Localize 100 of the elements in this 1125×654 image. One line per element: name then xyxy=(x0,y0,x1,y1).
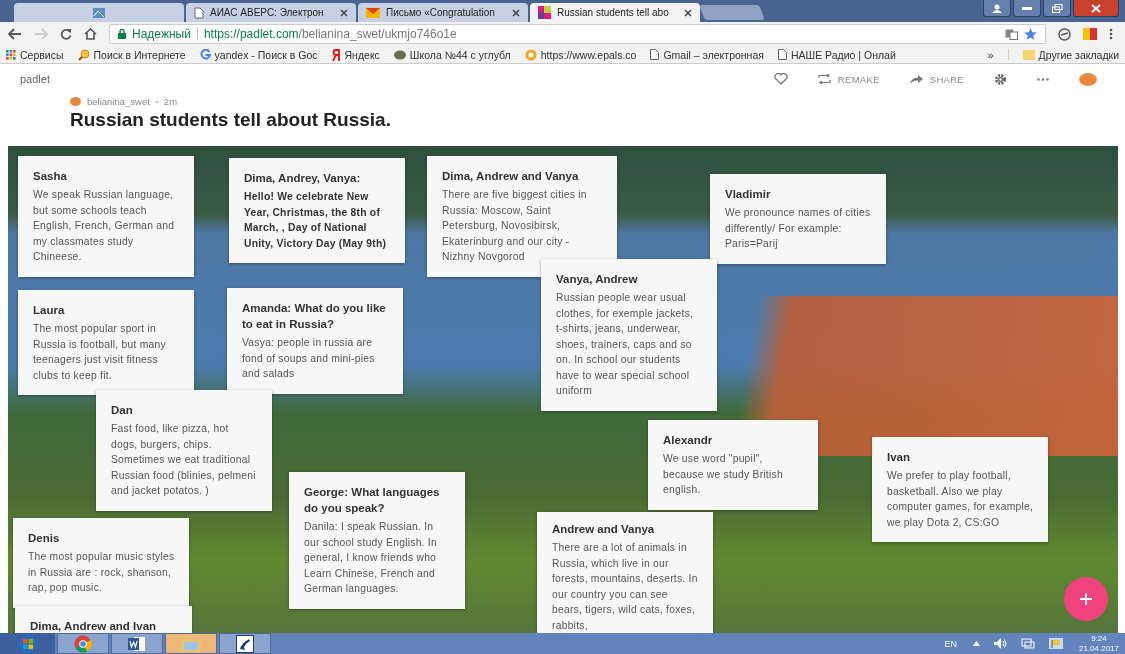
translate-icon[interactable] xyxy=(1005,28,1018,40)
minimize-button[interactable] xyxy=(1013,0,1041,17)
post-card[interactable]: George: What languages do you speak? Danila: I speak Russian. In our school study English. In general, I know friends who Learn Chinese, French and German languages. xyxy=(289,472,465,609)
post-author: Laura xyxy=(33,303,66,318)
post-author: Denis xyxy=(28,531,61,546)
post-body: Danila: I speak Russian. In our school study English. In general, I know friends who Learn Chinese, French and German languages. xyxy=(304,520,438,596)
post-card[interactable]: Denis The most popular music styles in Russia are : rock, shanson, rap, pop music. xyxy=(13,518,189,608)
bookmark-link[interactable]: yandex - Поиск в Goc xyxy=(199,48,318,61)
remake-button[interactable]: REMAKE xyxy=(817,73,880,85)
close-icon[interactable] xyxy=(340,8,348,17)
post-author: Dan xyxy=(111,403,134,418)
settings-icon[interactable] xyxy=(994,72,1007,86)
more-bookmarks-button[interactable]: » xyxy=(987,48,994,61)
avatar-icon[interactable] xyxy=(1079,72,1097,86)
padlet-favicon-icon xyxy=(538,6,551,19)
start-button[interactable] xyxy=(0,633,55,654)
bookmark-link[interactable]: Gmail – электронная xyxy=(650,48,764,61)
share-button[interactable]: SHARE xyxy=(909,73,964,85)
bookmark-link[interactable]: Яндекс xyxy=(331,48,380,61)
caret-up-icon[interactable] xyxy=(972,641,980,646)
network-icon[interactable] xyxy=(1020,638,1035,649)
phone-icon xyxy=(236,634,254,653)
post-body: We prefer to play football, basketball. Also we play computer games, for example, we play Dota 2, CS:GO xyxy=(887,469,1034,530)
browser-tab[interactable]: АИАС АВЕРС: Электрон xyxy=(186,3,356,22)
post-card[interactable]: Dima, Andrew and Ivan xyxy=(15,606,192,633)
tab-favicon-icon xyxy=(92,6,106,19)
avatar-icon xyxy=(70,97,81,106)
post-card[interactable]: Alexandr We use word "pupil", because we study British english. xyxy=(648,420,818,510)
home-icon[interactable] xyxy=(84,28,97,40)
author-name[interactable]: belianina_swet xyxy=(87,96,150,107)
restore-icon xyxy=(1051,3,1063,13)
folder-icon xyxy=(1022,49,1035,60)
more-icon[interactable] xyxy=(1037,77,1049,81)
post-body: We pronounce names of cities differently/ For example: Paris=Parij xyxy=(725,206,872,251)
close-icon[interactable] xyxy=(512,8,520,17)
post-body: There are a lot of animals in Russia, which live in our forests, mountains, deserts. In our country you can see bears, tigers, wild cats, foxes, rabbits, xyxy=(552,541,699,633)
padlet-title: Russian students tell about Russia. xyxy=(70,109,392,131)
post-author: Vladimir xyxy=(725,187,772,202)
user-button[interactable] xyxy=(983,0,1011,17)
user-icon xyxy=(992,3,1002,13)
windows-orb-icon xyxy=(17,633,38,654)
flag-icon[interactable] xyxy=(1048,638,1063,649)
post-body: Vasya: people in russia are fond of soups and mini-pies and salads xyxy=(242,336,376,381)
flag-icon[interactable] xyxy=(1083,28,1097,40)
address-field[interactable]: Надежный https://padlet.com/belianina_swet/ukmjo746o1e xyxy=(109,24,1046,44)
clock[interactable]: 9:24 21.04.2017 xyxy=(1078,633,1119,654)
bookmark-link[interactable]: https://www.epals.co xyxy=(524,48,637,61)
post-body: Fast food, like pizza, hot dogs, burgers, chips. Sometimes we eat traditional Russian food (blinies, pelmeni and jacket potatos. ) xyxy=(111,422,257,498)
post-card[interactable]: Amanda: What do you like to eat in Russia? Vasya: people in russia are fond of soups and mini-pies and salads xyxy=(227,288,403,394)
post-body: The most popular music styles in Russia are : rock, shanson, rap, pop music. xyxy=(28,550,175,595)
post-author: Dima, Andrew and Ivan xyxy=(30,619,158,633)
new-tab-button[interactable] xyxy=(699,5,765,20)
close-icon[interactable] xyxy=(684,8,692,17)
page-icon xyxy=(650,49,660,60)
bookmark-link[interactable]: НАШЕ Радио | Онлай xyxy=(777,48,896,61)
other-bookmarks-folder[interactable]: Другие закладки xyxy=(1022,48,1119,61)
browser-tab[interactable]: Russian students tell abo xyxy=(530,3,700,22)
post-author: Alexandr xyxy=(663,433,714,448)
restore-button[interactable] xyxy=(1043,0,1071,17)
clock-time: 9:24 xyxy=(1091,633,1107,644)
post-body: We speak Russian language, but some schools teach English, French, German and my classmates study Chineese. xyxy=(33,188,176,264)
post-card[interactable]: Dan Fast food, like pizza, hot dogs, burgers, chips. Sometimes we eat traditional Russian food (blinies, pelmeni and jacket potatos. ) xyxy=(96,390,272,511)
post-body: We use word "pupil", because we study British english. xyxy=(663,452,784,497)
taskbar-app[interactable] xyxy=(219,633,271,654)
bookmark-link[interactable]: Поиск в Интернете xyxy=(77,48,186,61)
post-card[interactable]: Vanya, Andrew Russian people wear usual clothes, for exemple jackets, t-shirts, jeans, underwear, shoes, trainers, caps and so on. In school our students have to wear special school uniform xyxy=(541,259,717,411)
secure-label: Надежный xyxy=(132,27,191,41)
plus-icon xyxy=(1080,593,1092,605)
repeat-icon xyxy=(817,74,831,84)
bookmark-link[interactable]: Сервисы xyxy=(6,48,64,61)
heart-icon[interactable] xyxy=(773,73,788,85)
folder-icon xyxy=(181,635,201,652)
browser-tab[interactable]: Письмо «Congratulation xyxy=(358,3,528,22)
post-card[interactable]: Andrew and Vanya There are a lot of animals in Russia, which live in our forests, mountains, deserts. In our country you can see bears, tigers, wild cats, foxes, rabbits, xyxy=(537,512,713,633)
extension-icon[interactable] xyxy=(1058,27,1071,41)
bookmark-link[interactable]: Школа №44 с углубл xyxy=(393,48,511,61)
menu-icon[interactable] xyxy=(1109,28,1113,40)
close-icon xyxy=(1091,3,1101,13)
post-author: Amanda: What do you like to eat in Russia? xyxy=(242,301,387,332)
post-card[interactable]: Dima, Andrey, Vanya: Hello! We celebrate New Year, Christmas, the 8th of March, , Day of National Unity, Victory Day (May 9th) xyxy=(229,158,405,263)
language-indicator[interactable]: EN xyxy=(944,638,957,649)
padlet-logo-text[interactable]: padlet xyxy=(20,73,50,85)
post-card[interactable]: Ivan We prefer to play football, basketball. Also we play computer games, for example, we play Dota 2, CS:GO xyxy=(872,437,1048,542)
post-author: Dima, Andrew and Vanya xyxy=(442,169,580,184)
reload-icon[interactable] xyxy=(60,28,72,40)
lock-icon xyxy=(118,29,126,39)
post-time: 2m xyxy=(163,96,178,107)
speaker-icon[interactable] xyxy=(993,638,1007,649)
close-window-button[interactable] xyxy=(1073,0,1119,17)
post-body: Hello! We celebrate New Year, Christmas, the 8th of March, , Day of National Unity, Victory Day (May 9th) xyxy=(244,190,388,251)
star-icon[interactable] xyxy=(1024,28,1037,40)
back-icon[interactable] xyxy=(8,28,22,40)
letter-g-icon xyxy=(199,49,211,60)
taskbar-app[interactable] xyxy=(111,633,163,654)
post-author: Sasha xyxy=(33,169,68,184)
post-card[interactable]: Laura The most popular sport in Russia is football, but many teenagers just visit fitness clubs to keep fit. xyxy=(18,290,194,395)
post-card[interactable]: Vladimir We pronounce names of cities differently/ For example: Paris=Parij xyxy=(710,174,886,264)
post-card[interactable]: Sasha We speak Russian language, but some schools teach English, French, German and my classmates study Chineese. xyxy=(18,156,194,277)
post-author: George: What languages do you speak? xyxy=(304,485,441,516)
post-body: The most popular sport in Russia is football, but many teenagers just visit fitness clubs to keep fit. xyxy=(33,322,167,383)
